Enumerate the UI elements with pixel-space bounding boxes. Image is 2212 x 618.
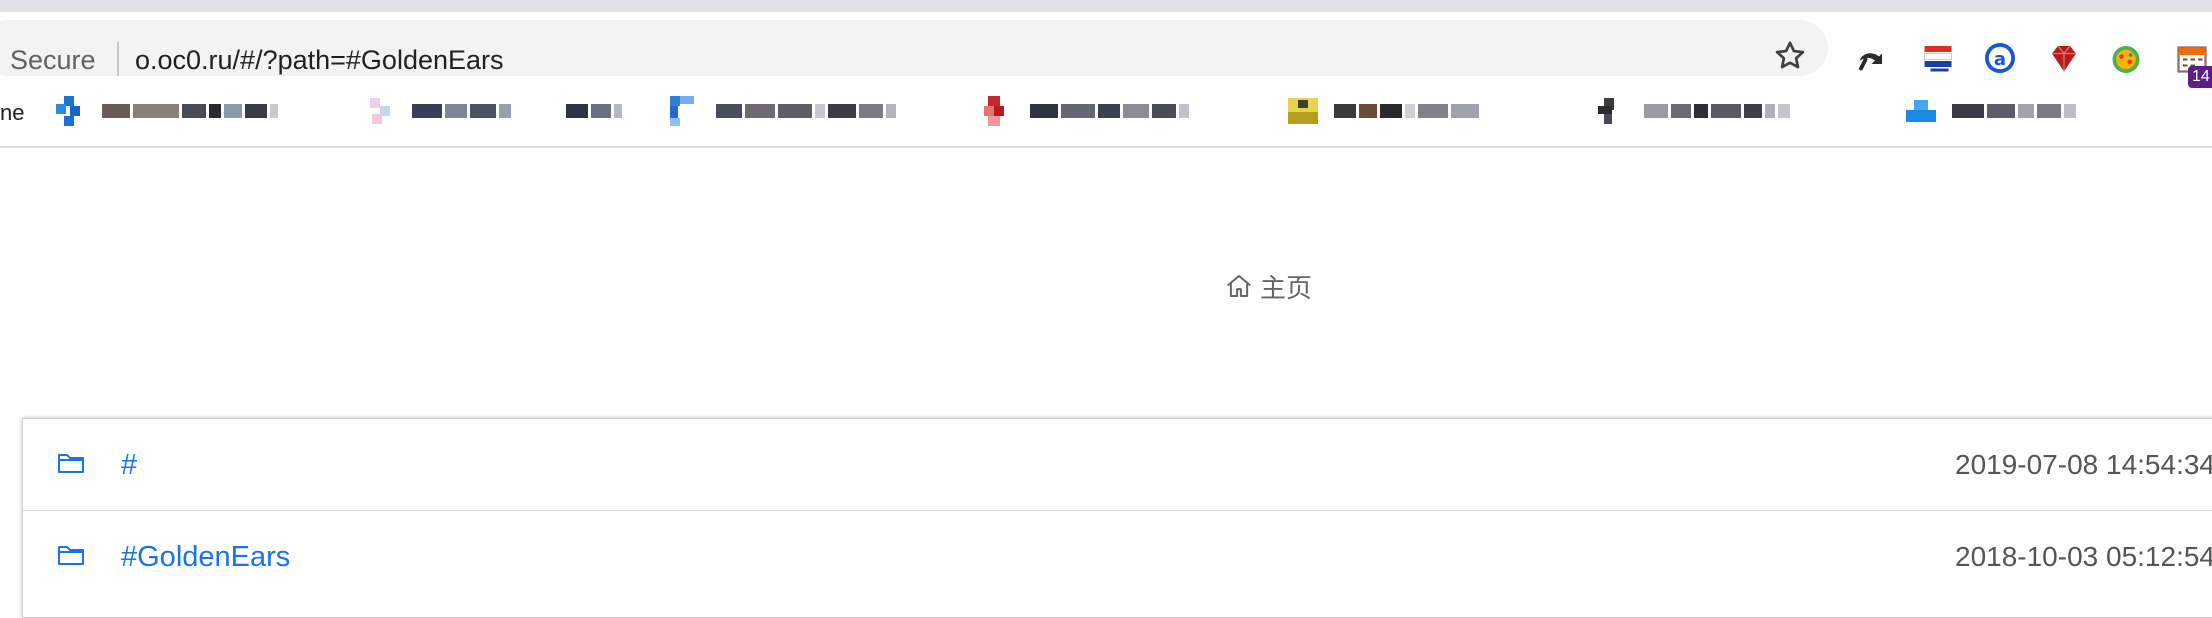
browser-toolbar: Secure o.oc0.ru/#/?path=#GoldenEars a 14: [0, 12, 2212, 88]
ruby-icon[interactable]: [2046, 40, 2082, 76]
bookmark-label-blurred: [412, 104, 514, 120]
bookmark-favicon: [56, 96, 80, 126]
address-bar-separator: [117, 42, 119, 76]
bookmark-item[interactable]: [566, 96, 636, 126]
extension-badge: 14: [2188, 66, 2212, 88]
bookmark-label-blurred: [1644, 104, 1793, 120]
security-label[interactable]: Secure: [10, 45, 96, 76]
bookmark-favicon: [1288, 98, 1318, 124]
a-circle-icon[interactable]: a: [1982, 40, 2018, 76]
bookmark-label-blurred: [1334, 104, 1482, 120]
file-name-link[interactable]: #GoldenEars: [121, 541, 290, 574]
fruit-icon[interactable]: [2108, 40, 2144, 76]
bookmark-label-blurred: [102, 104, 281, 120]
file-row[interactable]: # 2019-07-08 14:54:34: [23, 419, 2212, 511]
bookmark-item[interactable]: [670, 96, 930, 126]
undo-icon[interactable]: [1852, 40, 1888, 76]
file-row[interactable]: #GoldenEars 2018-10-03 05:12:54: [23, 511, 2212, 603]
bookmark-favicon: [670, 96, 694, 126]
bookmark-item[interactable]: [984, 96, 1254, 126]
bookmark-label-blurred: [1030, 104, 1192, 120]
bookmark-item[interactable]: [1288, 96, 1568, 126]
page-content: 主页 # 2019-07-08 14:54:34 #GoldenEars 201…: [0, 150, 2212, 618]
bookmark-item[interactable]: [56, 96, 326, 126]
flag-icon[interactable]: [1920, 40, 1956, 76]
tab-strip: [0, 0, 2212, 12]
bookmark-label-blurred: [566, 104, 625, 120]
home-icon: [1227, 275, 1251, 297]
bookmark-label-blurred: [1952, 104, 2079, 120]
svg-text:a: a: [1994, 49, 2006, 70]
file-list: # 2019-07-08 14:54:34 #GoldenEars 2018-1…: [22, 418, 2212, 618]
bookmark-favicon: [370, 98, 390, 124]
bookmark-partial-label[interactable]: ne: [0, 100, 24, 126]
star-outline-icon[interactable]: [1772, 38, 1808, 74]
bookmark-favicon: [1598, 98, 1614, 124]
bookmark-item[interactable]: [1906, 96, 2186, 126]
folder-icon: [58, 454, 84, 473]
home-label: 主页: [1260, 272, 1313, 303]
home-link[interactable]: 主页: [1224, 268, 1312, 304]
bookmark-favicon: [984, 96, 1004, 126]
bookmark-item[interactable]: [1598, 96, 1868, 126]
file-modified-date: 2019-07-08 14:54:34: [1955, 449, 2212, 480]
file-modified-date: 2018-10-03 05:12:54: [1955, 541, 2212, 572]
bookmark-label-blurred: [716, 104, 899, 120]
bookmark-item[interactable]: [366, 96, 536, 126]
bookmark-favicon: [1906, 100, 1936, 122]
file-name-link[interactable]: #: [121, 449, 137, 482]
folder-icon: [58, 546, 84, 565]
url-text[interactable]: o.oc0.ru/#/?path=#GoldenEars: [135, 45, 504, 76]
